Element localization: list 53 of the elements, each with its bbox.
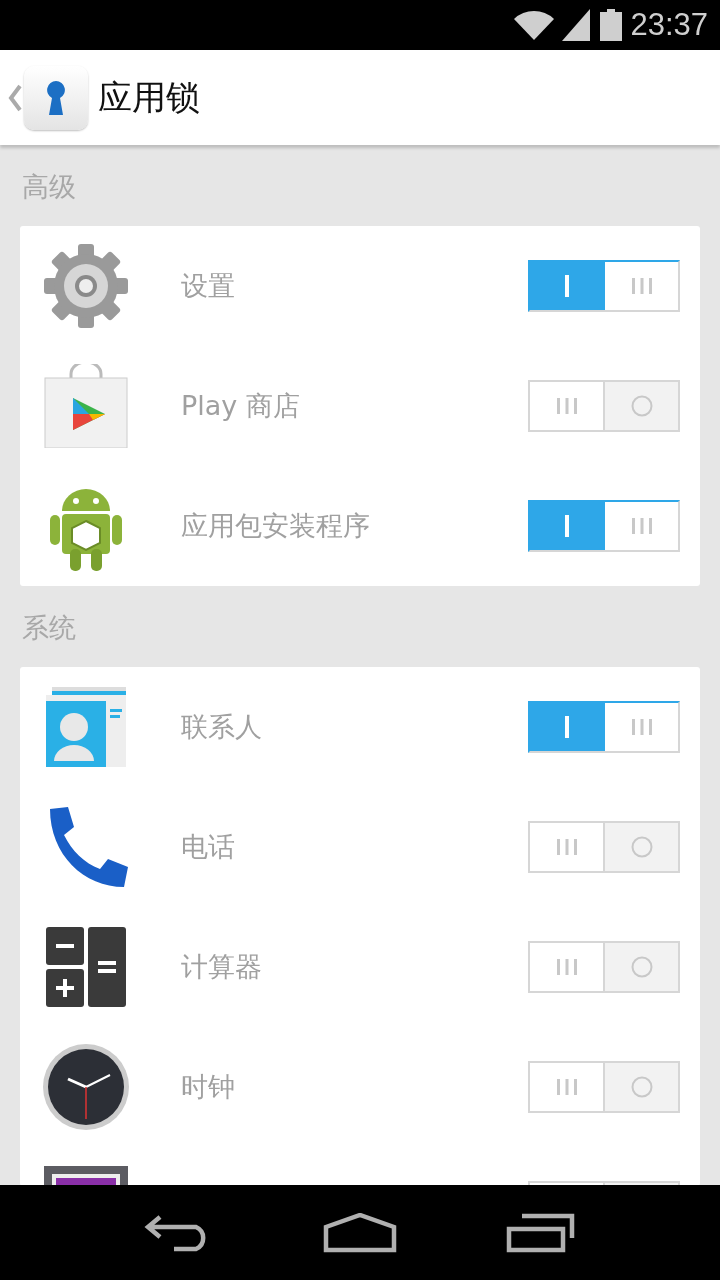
app-row[interactable]: 计算器 xyxy=(20,907,700,1027)
battery-icon xyxy=(600,9,623,41)
wifi-icon xyxy=(514,10,555,40)
toggle-switch[interactable] xyxy=(528,500,680,552)
app-name: 设置 xyxy=(181,269,236,303)
app-row[interactable]: 时钟 xyxy=(20,1027,700,1147)
contact-card-icon xyxy=(44,685,128,769)
grip-icon xyxy=(555,959,578,975)
grip-icon xyxy=(555,1079,578,1095)
toggle-switch[interactable] xyxy=(528,821,680,873)
section-header: 高级 xyxy=(21,170,77,204)
off-circle-icon xyxy=(630,956,653,978)
app-row[interactable]: 电话 xyxy=(20,787,700,907)
back-chevron-icon xyxy=(8,83,22,112)
app-row[interactable]: 应用包安装程序 xyxy=(20,466,700,586)
app-name: 时钟 xyxy=(181,1070,236,1104)
app-row[interactable]: 设置 xyxy=(20,226,700,346)
grip-icon xyxy=(630,518,653,534)
off-circle-icon xyxy=(630,1076,653,1098)
grip-icon xyxy=(555,839,578,855)
app-name: 电话 xyxy=(181,830,236,864)
app-row[interactable]: 联系人 xyxy=(20,667,700,787)
section-header: 系统 xyxy=(21,611,77,645)
app-name: 计算器 xyxy=(181,950,263,984)
grip-icon xyxy=(555,398,578,414)
toggle-switch[interactable] xyxy=(528,380,680,432)
clock-time: 23:37 xyxy=(630,7,708,43)
gear-icon xyxy=(44,244,128,328)
app-name: 联系人 xyxy=(181,710,263,744)
toggle-switch[interactable] xyxy=(528,260,680,312)
picture-frame-icon xyxy=(44,1166,128,1185)
toggle-switch[interactable] xyxy=(528,701,680,753)
calculator-icon xyxy=(44,925,128,1009)
clock-icon xyxy=(42,1043,130,1131)
shopping-bag-icon xyxy=(43,364,129,448)
app-row[interactable]: Play 商店 xyxy=(20,346,700,466)
on-bar-icon xyxy=(564,275,569,297)
app-name: 应用包安装程序 xyxy=(181,509,371,543)
up-button[interactable]: 应用锁 xyxy=(0,65,200,130)
toggle-switch[interactable] xyxy=(528,941,680,993)
recent-apps-icon[interactable] xyxy=(505,1212,576,1253)
screen-title: 应用锁 xyxy=(98,75,200,119)
app-name: Play 商店 xyxy=(181,389,301,423)
grip-icon xyxy=(630,719,653,735)
off-circle-icon xyxy=(630,836,653,858)
home-icon[interactable] xyxy=(323,1212,397,1253)
keyhole-icon xyxy=(46,80,66,115)
off-circle-icon xyxy=(630,395,653,417)
on-bar-icon xyxy=(564,716,569,738)
signal-icon xyxy=(562,9,593,41)
grip-icon xyxy=(630,278,653,294)
toggle-switch[interactable] xyxy=(528,1061,680,1113)
on-bar-icon xyxy=(564,515,569,537)
